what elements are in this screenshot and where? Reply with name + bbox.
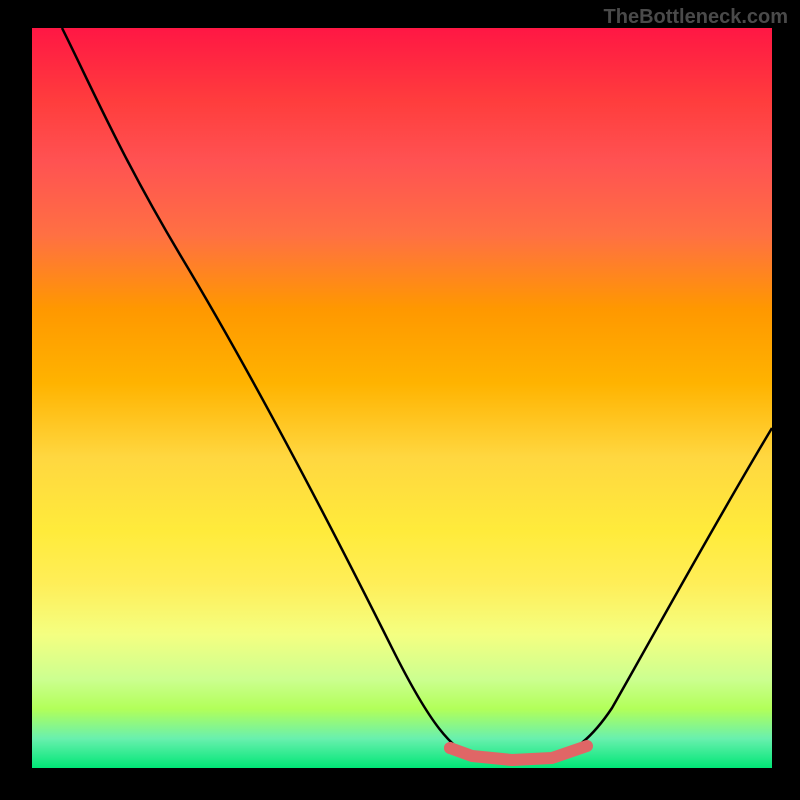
watermark-text: TheBottleneck.com	[604, 6, 788, 29]
bottleneck-curve	[62, 28, 772, 760]
optimal-zone-line	[450, 746, 587, 760]
chart-svg	[32, 28, 772, 768]
chart-plot-area	[32, 28, 772, 768]
